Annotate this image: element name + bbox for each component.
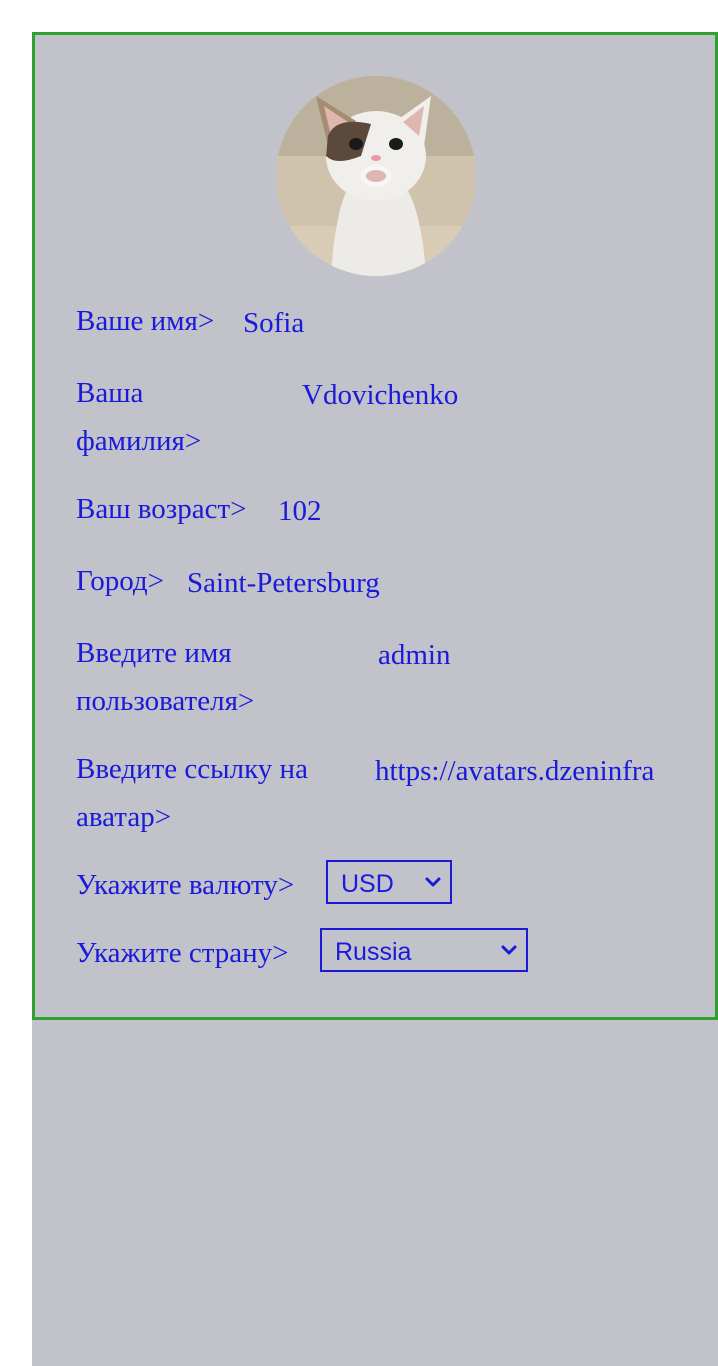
country-label: Укажите страну>: [76, 937, 289, 969]
country-selected-value: Russia: [335, 938, 412, 966]
cat-avatar-image: [276, 76, 476, 276]
country-select[interactable]: Russia: [320, 928, 528, 972]
avatar-link-label: Введите ссылку на аватар>: [76, 753, 308, 833]
city-value[interactable]: Saint-Petersburg: [187, 559, 507, 607]
username-label: Введите имя пользователя>: [76, 637, 255, 717]
last-name-value[interactable]: Vdovichenko: [302, 371, 602, 419]
username-value[interactable]: admin: [378, 631, 658, 679]
currency-label: Укажите валюту>: [76, 869, 295, 901]
currency-selected-value: USD: [341, 870, 394, 898]
age-label: Ваш возраст>: [76, 493, 247, 525]
currency-select[interactable]: USD: [326, 860, 452, 904]
chevron-down-icon: [501, 945, 517, 955]
chevron-down-icon: [425, 877, 441, 887]
first-name-label: Ваше имя>: [76, 305, 215, 337]
age-value[interactable]: 102: [278, 487, 478, 535]
avatar: [276, 76, 476, 276]
avatar-link-value[interactable]: https://avatars.dzeninfra: [375, 747, 678, 795]
first-name-value[interactable]: Sofia: [243, 299, 543, 347]
last-name-label: Ваша фамилия>: [76, 377, 202, 457]
profile-card: Ваше имя> Sofia Ваша фамилия> Vdovichenk…: [32, 32, 718, 1020]
